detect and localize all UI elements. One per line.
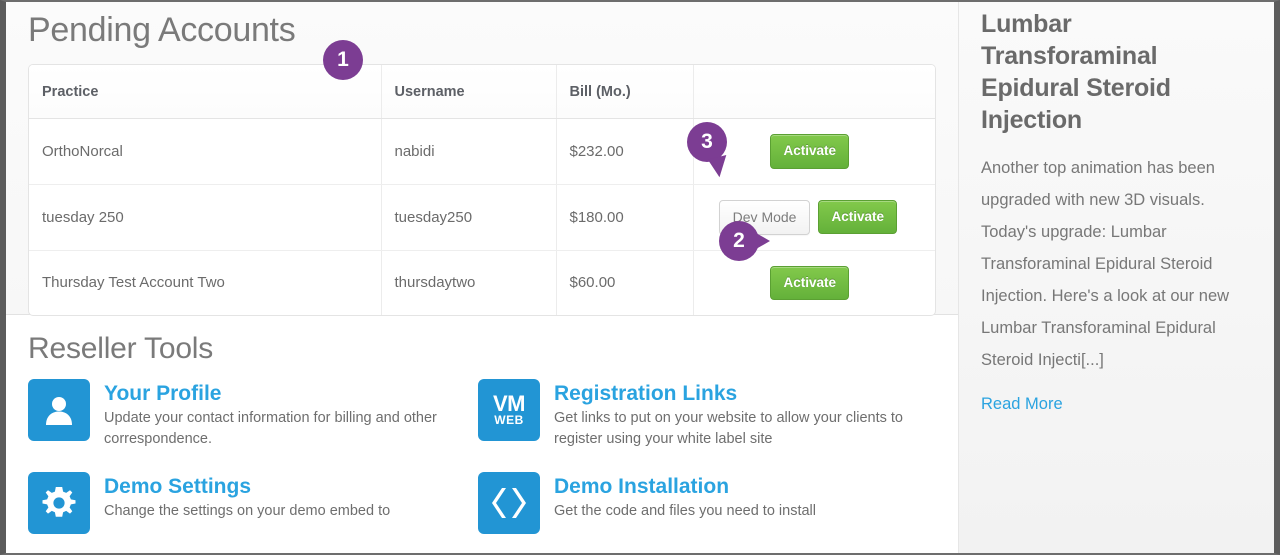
gear-icon — [28, 472, 90, 534]
code-icon — [478, 472, 540, 534]
tool-title-registration-links[interactable]: Registration Links — [554, 380, 936, 407]
callout-badge-2-number: 2 — [733, 228, 745, 252]
tool-desc-registration-links: Get links to put on your website to allo… — [554, 410, 903, 447]
pending-accounts-panel: Pending Accounts Practice Username Bill … — [6, 2, 958, 316]
cell-practice: Thursday Test Account Two — [29, 250, 382, 315]
callout-badge-3: 3 — [687, 122, 732, 180]
article-title: Lumbar Transforaminal Epidural Steroid I… — [981, 10, 1171, 134]
tool-demo-settings[interactable]: Demo Settings Change the settings on you… — [28, 472, 478, 534]
vm-web-icon-subtext: WEB — [494, 412, 524, 427]
sidebar-article-panel: Lumbar Transforaminal Epidural Steroid I… — [958, 2, 1274, 553]
callout-badge-1: 1 — [323, 40, 363, 80]
cell-bill: $180.00 — [556, 184, 694, 251]
reseller-tools-section: Reseller Tools Your Profile Update your … — [6, 315, 958, 534]
app-screenshot: Pending Accounts Practice Username Bill … — [0, 0, 1280, 555]
cell-actions: Activate — [693, 250, 935, 315]
tool-title-demo-settings[interactable]: Demo Settings — [104, 473, 390, 500]
reseller-tools-grid: Your Profile Update your contact informa… — [28, 379, 936, 534]
tool-title-your-profile[interactable]: Your Profile — [104, 380, 478, 407]
cell-bill: $232.00 — [556, 118, 694, 185]
vm-web-icon-text: VM — [493, 390, 526, 416]
tool-demo-installation[interactable]: Demo Installation Get the code and files… — [478, 472, 936, 534]
column-header-actions — [693, 65, 935, 119]
tool-title-demo-installation[interactable]: Demo Installation — [554, 473, 816, 500]
activate-button[interactable]: Activate — [818, 199, 897, 235]
tool-registration-links[interactable]: VM WEB Registration Links Get links to p… — [478, 379, 936, 450]
tool-desc-demo-installation: Get the code and files you need to insta… — [554, 503, 816, 519]
page-title: Pending Accounts — [28, 11, 296, 49]
cell-practice: OrthoNorcal — [29, 118, 382, 185]
column-header-bill: Bill (Mo.) — [556, 65, 694, 119]
cell-username: tuesday250 — [381, 184, 557, 251]
pending-accounts-table: Practice Username Bill (Mo.) OrthoNorcal… — [29, 65, 935, 315]
main-content: Pending Accounts Practice Username Bill … — [6, 2, 958, 553]
cell-username: thursdaytwo — [381, 250, 557, 315]
tool-your-profile[interactable]: Your Profile Update your contact informa… — [28, 379, 478, 450]
cell-practice: tuesday 250 — [29, 184, 382, 251]
read-more-link[interactable]: Read More — [981, 388, 1063, 420]
pending-accounts-table-wrap: Practice Username Bill (Mo.) OrthoNorcal… — [28, 64, 936, 316]
column-header-username: Username — [381, 65, 557, 119]
activate-button[interactable]: Activate — [770, 134, 849, 169]
table-row: tuesday 250 tuesday250 $180.00 Dev Mode … — [29, 184, 935, 251]
callout-tail-icon — [756, 233, 770, 249]
table-row: Thursday Test Account Two thursdaytwo $6… — [29, 250, 935, 315]
callout-badge-1-number: 1 — [337, 47, 349, 71]
tool-desc-your-profile: Update your contact information for bill… — [104, 410, 437, 447]
tool-desc-demo-settings: Change the settings on your demo embed t… — [104, 503, 391, 519]
user-icon — [28, 379, 90, 441]
article-body: Another top animation has been upgraded … — [981, 159, 1230, 369]
reseller-tools-title: Reseller Tools — [28, 332, 214, 365]
table-header-row: Practice Username Bill (Mo.) — [29, 65, 935, 119]
callout-badge-3-number: 3 — [701, 129, 713, 153]
callout-badge-2: 2 — [719, 221, 770, 261]
cell-username: nabidi — [381, 118, 557, 185]
table-row: OrthoNorcal nabidi $232.00 Activate — [29, 118, 935, 185]
cell-bill: $60.00 — [556, 250, 694, 315]
vm-web-icon: VM WEB — [478, 379, 540, 441]
activate-button[interactable]: Activate — [770, 265, 849, 300]
